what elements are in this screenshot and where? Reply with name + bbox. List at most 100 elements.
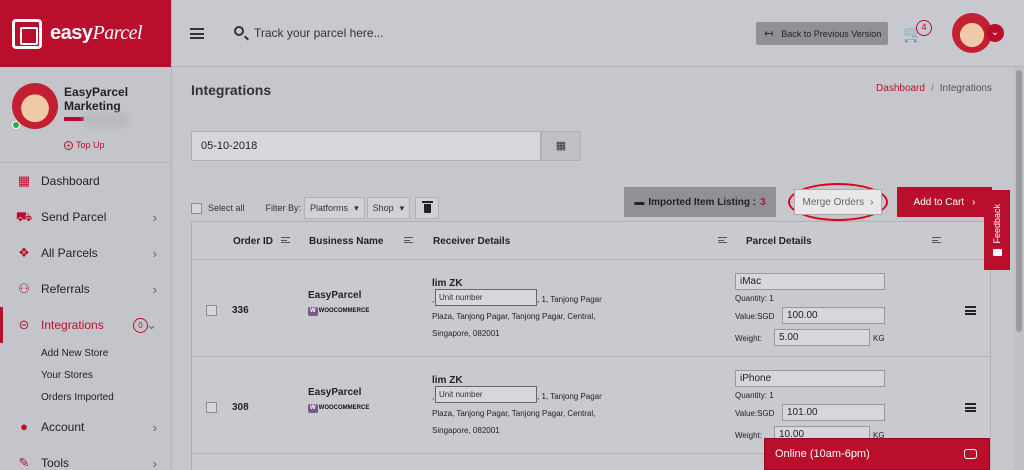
sidebar-item-integrations[interactable]: ⊝ Integrations 0 ⌄ (0, 307, 171, 343)
address-line-1: , 1, Tanjong Pagar (537, 295, 602, 304)
page-title: Integrations (191, 82, 272, 98)
date-filter-input[interactable]: 05-10-2018 (191, 131, 541, 161)
shop-label: Shop (372, 203, 394, 213)
row-checkbox[interactable] (206, 305, 217, 316)
select-all-label: Select all (208, 203, 245, 213)
imported-label: Imported Item Listing : (648, 196, 757, 208)
select-all-checkbox[interactable] (191, 202, 202, 214)
woo-badge-icon: W (308, 403, 318, 413)
platform-name: WOOCOMMERCE (318, 405, 370, 411)
breadcrumb-current: Integrations (939, 83, 992, 94)
quantity-label: Quantity: 1 (735, 391, 774, 400)
order-id: 308 (232, 402, 249, 413)
sort-icon[interactable] (281, 237, 290, 243)
top-bar: ↤ Back to Previous Version 🛒 4 ⌄ (172, 0, 1024, 67)
sidebar-item-dashboard[interactable]: ▦ Dashboard (0, 163, 171, 199)
address-line-2: Plaza, Tanjong Pagar, Tanjong Pagar, Cen… (432, 409, 596, 418)
scrollbar-thumb[interactable] (1016, 70, 1022, 332)
shop-dropdown[interactable]: Shop ▾ (366, 197, 411, 219)
chat-status-label: Online (10am-6pm) (775, 448, 870, 460)
address-line-2: Plaza, Tanjong Pagar, Tanjong Pagar, Cen… (432, 312, 596, 321)
merge-orders-button[interactable]: Merge Orders › (794, 189, 882, 215)
chevron-down-icon: ⌄ (146, 317, 157, 332)
value-input[interactable]: 101.00 (782, 404, 885, 421)
add-to-cart-label: Add to Cart (913, 196, 965, 208)
chat-bubble-icon (964, 449, 977, 459)
delete-button[interactable] (415, 197, 440, 219)
calendar-icon[interactable]: ▦ (541, 131, 581, 161)
value-input[interactable]: 100.00 (782, 307, 885, 324)
table-header: Order ID Business Name Receiver Details … (192, 222, 990, 260)
sidebar-subitem-your-stores[interactable]: Your Stores (0, 365, 171, 387)
address-comma: , (432, 392, 435, 401)
sidebar-item-label: Send Parcel (41, 210, 107, 224)
value-label: Value:SGD (735, 312, 775, 321)
online-status-icon (12, 121, 20, 129)
sidebar-item-label: Integrations (41, 318, 104, 332)
address-line-3: Singapore, 082001 (432, 329, 500, 338)
quantity-label: Quantity: 1 (735, 294, 774, 303)
sort-icon[interactable] (932, 237, 941, 243)
sidebar-item-label: All Parcels (41, 246, 98, 260)
row-checkbox[interactable] (206, 402, 217, 413)
order-id: 336 (232, 305, 249, 316)
sort-icon[interactable] (404, 237, 413, 243)
weight-input[interactable]: 5.00 (774, 329, 870, 346)
row-menu-icon[interactable] (965, 306, 976, 315)
header-receiver-details[interactable]: Receiver Details (433, 236, 510, 247)
value-label: Value:SGD (735, 409, 775, 418)
platform-name: WOOCOMMERCE (318, 308, 370, 314)
sidebar-subitem-add-new-store[interactable]: Add New Store (0, 343, 171, 365)
woo-badge-icon: W (308, 306, 318, 316)
sidebar-item-send-parcel[interactable]: ⛟ Send Parcel › (0, 199, 171, 235)
woocommerce-logo: W WOOCOMMERCE (308, 403, 369, 413)
hamburger-menu-icon[interactable] (190, 28, 204, 39)
sidebar-item-all-parcels[interactable]: ❖ All Parcels › (0, 235, 171, 271)
row-menu-icon[interactable] (965, 403, 976, 412)
merge-label: Merge Orders (802, 196, 865, 208)
unit-number-input[interactable]: Unit number (435, 386, 537, 403)
search-icon (234, 26, 244, 36)
add-to-cart-button[interactable]: Add to Cart › (897, 187, 992, 217)
chevron-right-icon: › (152, 419, 157, 435)
credit-balance-redacted (84, 113, 128, 127)
sidebar-item-account[interactable]: ● Account › (0, 409, 171, 445)
orders-table: Order ID Business Name Receiver Details … (191, 221, 991, 470)
imported-count: 3 (760, 196, 766, 208)
parcel-box-icon (12, 18, 42, 49)
track-parcel-search-input[interactable] (254, 24, 554, 42)
sidebar-nav: ▦ Dashboard ⛟ Send Parcel › ❖ All Parcel… (0, 163, 171, 470)
weight-unit: KG (873, 334, 885, 343)
chevron-down-icon[interactable]: ⌄ (986, 24, 1004, 42)
imported-item-listing-button[interactable]: ▬ Imported Item Listing : 3 (624, 187, 776, 217)
filter-by-label: Filter By: (265, 203, 302, 213)
chevron-right-icon: › (152, 209, 157, 225)
business-name: EasyParcel (308, 387, 362, 398)
platforms-dropdown[interactable]: Platforms ▾ (304, 197, 365, 219)
wrench-icon: ✎ (18, 455, 30, 470)
header-parcel-details[interactable]: Parcel Details (746, 236, 812, 247)
unit-number-input[interactable]: Unit number (435, 289, 537, 306)
sidebar-subitem-orders-imported[interactable]: Orders Imported (0, 387, 171, 409)
sort-icon[interactable] (718, 237, 727, 243)
topup-link[interactable]: + Top Up (64, 140, 105, 150)
header-order-id[interactable]: Order ID (233, 236, 273, 247)
item-name-input[interactable]: iMac (735, 273, 885, 290)
platforms-label: Platforms (310, 203, 349, 213)
brand-logo[interactable]: easyParcel (0, 0, 171, 67)
item-name-input[interactable]: iPhone (735, 370, 885, 387)
sidebar-item-tools[interactable]: ✎ Tools › (0, 445, 171, 470)
chevron-right-icon: › (152, 281, 157, 297)
header-business-name[interactable]: Business Name (309, 236, 383, 247)
credit-bar (64, 117, 84, 121)
breadcrumb-separator: / (930, 83, 934, 94)
live-chat-bar[interactable]: Online (10am-6pm) (764, 438, 990, 470)
back-to-previous-version-button[interactable]: ↤ Back to Previous Version (756, 22, 888, 45)
chevron-right-icon: › (972, 196, 976, 208)
breadcrumb-dashboard[interactable]: Dashboard (876, 83, 925, 94)
feedback-tab[interactable]: Feedback (984, 190, 1010, 270)
sidebar-item-referrals[interactable]: ⚇ Referrals › (0, 271, 171, 307)
receiver-name: lim ZK (432, 375, 463, 386)
chevron-right-icon: › (152, 455, 157, 470)
profile-card: EasyParcel Marketing + Top Up (0, 67, 171, 163)
